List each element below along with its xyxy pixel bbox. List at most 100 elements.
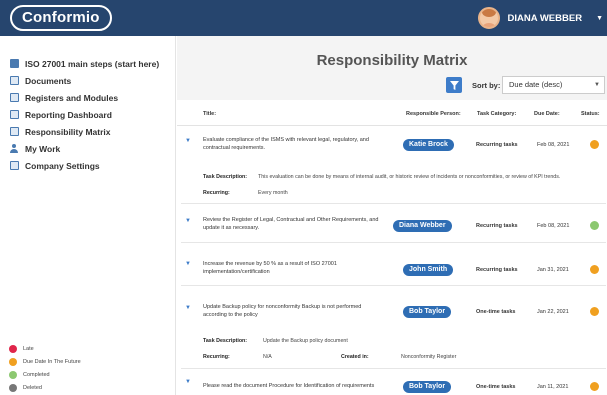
- avatar[interactable]: [478, 7, 501, 29]
- header-person: Responsible Person:: [406, 111, 461, 117]
- sidebar-item-label: Documents: [25, 75, 72, 86]
- due-date: Jan 11, 2021: [537, 384, 569, 390]
- document-icon: [10, 76, 19, 85]
- responsibility-table: Title: Responsible Person: Task Category…: [177, 100, 607, 395]
- legend-item-future: Due Date In The Future: [9, 355, 81, 368]
- table-header: Title: Responsible Person: Task Category…: [177, 100, 607, 126]
- status-dot: [590, 221, 599, 230]
- sidebar-nav: ISO 27001 main steps (start here) Docume…: [10, 55, 159, 174]
- matrix-icon: [10, 127, 19, 136]
- user-name[interactable]: DIANA WEBBER: [507, 13, 582, 24]
- legend-item-completed: Completed: [9, 368, 81, 381]
- task-title: Update Backup policy for nonconformity B…: [203, 304, 362, 318]
- detail-label: Recurring:: [203, 354, 230, 360]
- table-row[interactable]: ▼ Review the Register of Legal, Contract…: [181, 213, 606, 243]
- task-title: Please read the document Procedure for I…: [203, 383, 375, 389]
- sidebar-item-documents[interactable]: Documents: [10, 72, 159, 89]
- task-title: Review the Register of Legal, Contractua…: [203, 217, 379, 231]
- steps-icon: [10, 59, 19, 68]
- collapse-icon[interactable]: ▼: [185, 138, 191, 144]
- sidebar: ISO 27001 main steps (start here) Docume…: [0, 36, 176, 395]
- task-description: Task Description: This evaluation can be…: [203, 174, 560, 180]
- table-row[interactable]: ▼ Please read the document Procedure for…: [181, 376, 606, 395]
- status-dot: [590, 382, 599, 391]
- due-date: Feb 08, 2021: [537, 142, 570, 148]
- expand-icon[interactable]: ▼: [185, 218, 191, 224]
- task-description: Task Description: Update the Backup poli…: [203, 338, 348, 344]
- chevron-down-icon: ▼: [594, 82, 600, 88]
- conformio-logo[interactable]: Conformio: [10, 5, 112, 31]
- page-title: Responsibility Matrix: [316, 52, 468, 69]
- sidebar-item-company-settings[interactable]: Company Settings: [10, 157, 159, 174]
- detail-value: Update the Backup policy document: [263, 338, 348, 344]
- person-badge[interactable]: Katie Brock: [403, 139, 454, 151]
- task-category: Recurring tasks: [476, 267, 518, 273]
- sort-select-value: Due date (desc): [509, 80, 563, 89]
- person-badge[interactable]: Diana Webber: [393, 220, 452, 232]
- detail-label: Task Description:: [203, 338, 248, 344]
- sidebar-item-label: Company Settings: [25, 160, 100, 171]
- sidebar-item-reporting[interactable]: Reporting Dashboard: [10, 106, 159, 123]
- top-bar: Conformio DIANA WEBBER ▼: [0, 0, 607, 36]
- main-content: Responsibility Matrix Sort by: Due date …: [177, 36, 607, 395]
- detail-value: N/A: [263, 354, 272, 360]
- register-icon: [10, 93, 19, 102]
- person-icon: [10, 144, 19, 153]
- sidebar-item-label: Reporting Dashboard: [25, 109, 112, 120]
- task-title: Evaluate compliance of the ISMS with rel…: [203, 137, 369, 151]
- sidebar-item-main-steps[interactable]: ISO 27001 main steps (start here): [10, 55, 159, 72]
- sidebar-item-registers[interactable]: Registers and Modules: [10, 89, 159, 106]
- user-menu[interactable]: DIANA WEBBER ▼: [478, 4, 603, 32]
- legend-label: Late: [23, 345, 34, 352]
- header-due: Due Date:: [534, 111, 560, 117]
- legend-item-deleted: Deleted: [9, 381, 81, 394]
- legend-dot: [9, 357, 17, 366]
- task-category: Recurring tasks: [476, 223, 518, 229]
- chevron-down-icon[interactable]: ▼: [596, 15, 603, 22]
- settings-icon: [10, 161, 19, 170]
- task-category: Recurring tasks: [476, 142, 518, 148]
- due-date: Jan 22, 2021: [537, 309, 569, 315]
- task-category: One-time tasks: [476, 384, 516, 390]
- sidebar-item-responsibility-matrix[interactable]: Responsibility Matrix: [10, 123, 159, 140]
- sidebar-item-label: Registers and Modules: [25, 92, 119, 103]
- header-status: Status:: [581, 111, 600, 117]
- table-row[interactable]: ▼ Increase the revenue by 50 % as a resu…: [181, 256, 606, 286]
- detail-value: Every month: [258, 190, 288, 196]
- sort-select[interactable]: Due date (desc) ▼: [502, 76, 605, 94]
- status-dot: [590, 307, 599, 316]
- detail-value: Nonconformity Register: [401, 354, 457, 360]
- due-date: Jan 31, 2021: [537, 267, 569, 273]
- sidebar-item-label: My Work: [25, 143, 61, 154]
- person-badge[interactable]: John Smith: [403, 264, 454, 276]
- sidebar-item-label: ISO 27001 main steps (start here): [25, 58, 160, 69]
- sidebar-item-my-work[interactable]: My Work: [10, 140, 159, 157]
- expand-icon[interactable]: ▼: [185, 261, 191, 267]
- header-title: Title:: [203, 111, 217, 117]
- legend-dot: [9, 370, 17, 379]
- legend-dot: [9, 344, 17, 353]
- detail-label: Task Description:: [203, 174, 248, 180]
- table-row[interactable]: ▼ Update Backup policy for nonconformity…: [181, 299, 606, 369]
- header-category: Task Category:: [477, 111, 517, 117]
- expand-icon[interactable]: ▼: [185, 379, 191, 385]
- person-badge[interactable]: Bob Taylor: [403, 381, 452, 393]
- status-dot: [590, 140, 599, 149]
- legend-label: Completed: [23, 371, 50, 378]
- person-badge[interactable]: Bob Taylor: [403, 306, 452, 318]
- filter-icon: [449, 80, 459, 90]
- sort-label: Sort by:: [472, 81, 501, 90]
- legend-label: Deleted: [23, 384, 42, 391]
- table-row[interactable]: ▼ Evaluate compliance of the ISMS with r…: [181, 132, 606, 204]
- legend-dot: [9, 383, 17, 392]
- status-dot: [590, 265, 599, 274]
- task-category: One-time tasks: [476, 309, 516, 315]
- legend-item-late: Late: [9, 342, 81, 355]
- due-date: Feb 08, 2021: [537, 223, 570, 229]
- task-recurring: Recurring: N/A Created in: Nonconformity…: [203, 354, 563, 360]
- collapse-icon[interactable]: ▼: [185, 305, 191, 311]
- filter-button[interactable]: [446, 77, 462, 93]
- dashboard-icon: [10, 110, 19, 119]
- detail-label: Created in:: [341, 354, 369, 360]
- detail-value: This evaluation can be done by means of …: [258, 174, 561, 180]
